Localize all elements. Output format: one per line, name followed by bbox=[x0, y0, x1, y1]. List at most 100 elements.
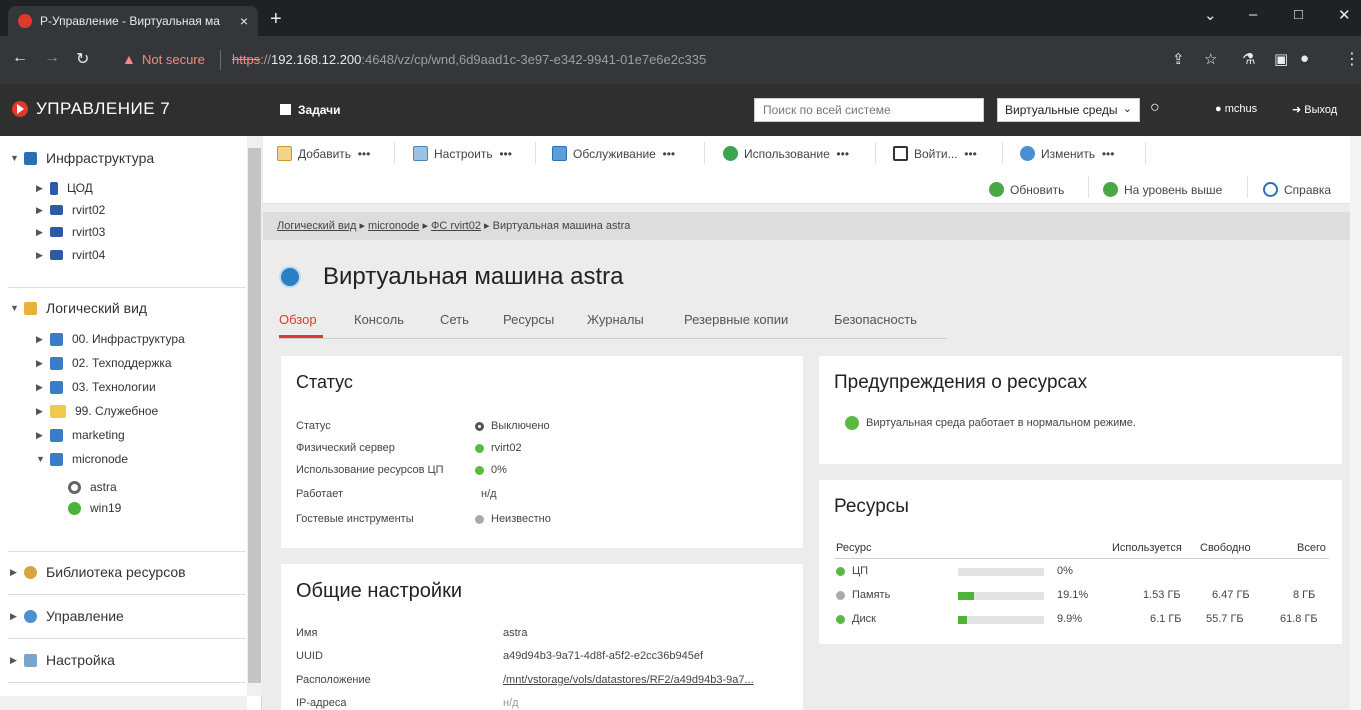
back-icon[interactable]: ← bbox=[12, 49, 28, 67]
sidebar-section-infrastructure[interactable]: ▼ Инфраструктура bbox=[10, 150, 154, 166]
sidebar-horizontal-scrollbar[interactable] bbox=[0, 696, 247, 710]
tab-console[interactable]: Консоль bbox=[354, 312, 404, 327]
global-search-input[interactable]: Поиск по всей системе bbox=[754, 98, 984, 122]
add-button-label: Добавить bbox=[298, 146, 352, 161]
collapsed-icon[interactable]: ▶ bbox=[10, 567, 24, 578]
more-icon: ••• bbox=[1101, 146, 1115, 161]
configure-button[interactable]: Настроить ••• bbox=[413, 146, 512, 161]
collapsed-icon[interactable]: ▶ bbox=[36, 406, 50, 417]
browser-menu-icon[interactable]: ⋮ bbox=[1344, 49, 1360, 69]
status-label: Работает bbox=[296, 488, 344, 500]
expand-icon[interactable]: ▼ bbox=[10, 303, 24, 313]
login-button[interactable]: Войти... ••• bbox=[893, 146, 977, 161]
tree-item-group-expanded[interactable]: ▼ micronode bbox=[36, 452, 128, 466]
status-label: Физический сервер bbox=[296, 442, 395, 454]
share-icon[interactable]: ⇪ bbox=[1172, 50, 1185, 68]
collapsed-icon[interactable]: ▶ bbox=[36, 183, 50, 194]
tab-overview[interactable]: Обзор bbox=[279, 312, 317, 327]
configure-icon bbox=[413, 146, 428, 161]
collapsed-icon[interactable]: ▶ bbox=[10, 655, 24, 666]
reload-icon[interactable]: ↻ bbox=[76, 49, 89, 69]
play-icon bbox=[723, 146, 738, 161]
change-button[interactable]: Изменить ••• bbox=[1020, 146, 1114, 161]
tab-network[interactable]: Сеть bbox=[440, 312, 469, 327]
logical-view-icon bbox=[24, 301, 37, 315]
refresh-button[interactable]: Обновить bbox=[989, 182, 1064, 197]
collapsed-icon[interactable]: ▶ bbox=[36, 334, 50, 345]
new-tab-button[interactable]: + bbox=[270, 8, 282, 31]
minimize-button[interactable]: – bbox=[1249, 6, 1257, 23]
breadcrumb-item[interactable]: Логический вид bbox=[277, 220, 356, 232]
service-button[interactable]: Обслуживание ••• bbox=[552, 146, 675, 161]
tree-item-group[interactable]: ▶ 02. Техподдержка bbox=[36, 356, 172, 370]
tab-search-icon[interactable]: ⌄ bbox=[1204, 6, 1217, 24]
close-window-button[interactable]: ✕ bbox=[1338, 6, 1351, 24]
sidebar-section-settings[interactable]: ▶ Настройка bbox=[10, 652, 115, 668]
tree-item-group[interactable]: ▶ 00. Инфраструктура bbox=[36, 332, 185, 346]
tab-resources[interactable]: Ресурсы bbox=[503, 312, 554, 327]
breadcrumb-item[interactable]: ФС rvirt02 bbox=[431, 220, 481, 232]
expand-icon[interactable]: ▼ bbox=[36, 454, 50, 464]
app-logo[interactable]: УПРАВЛЕНИЕ 7 bbox=[12, 99, 170, 119]
user-menu[interactable]: ● mchus bbox=[1215, 103, 1257, 115]
setting-value-link[interactable]: /mnt/vstorage/vols/datastores/RF2/a49d94… bbox=[503, 674, 754, 686]
sidebar-scrollbar-thumb[interactable] bbox=[248, 148, 261, 683]
tree-item-rvirt02[interactable]: ▶ rvirt02 bbox=[36, 203, 105, 217]
not-secure-label[interactable]: Not secure bbox=[142, 52, 205, 67]
tree-item-vm-astra[interactable]: astra bbox=[68, 480, 117, 494]
help-button[interactable]: Справка bbox=[1263, 182, 1331, 197]
logout-link[interactable]: ➜ Выход bbox=[1292, 103, 1337, 116]
expand-icon[interactable]: ▼ bbox=[10, 153, 24, 163]
setting-value: astra bbox=[503, 627, 528, 639]
stopped-icon bbox=[475, 421, 484, 431]
search-icon[interactable]: ○ bbox=[1150, 99, 1160, 117]
tree-item-vm-win19[interactable]: win19 bbox=[68, 501, 121, 515]
browser-tabbar: Р-Управление - Виртуальная ма × + ⌄ – □ … bbox=[0, 0, 1361, 36]
collapsed-icon[interactable]: ▶ bbox=[36, 227, 50, 238]
sidepanel-icon[interactable]: ▣ bbox=[1274, 50, 1288, 68]
group-icon bbox=[50, 380, 63, 394]
sidebar-section-logical[interactable]: ▼ Логический вид bbox=[10, 300, 147, 316]
tree-item-dc[interactable]: ▶ ЦОД bbox=[36, 181, 93, 195]
sidebar-section-management[interactable]: ▶ Управление bbox=[10, 608, 124, 624]
main-scrollbar[interactable] bbox=[1350, 136, 1361, 710]
tree-item-rvirt03[interactable]: ▶ rvirt03 bbox=[36, 225, 105, 239]
resource-percent: 9.9% bbox=[1057, 613, 1083, 625]
tree-item-group[interactable]: ▶ 03. Технологии bbox=[36, 380, 156, 394]
star-icon[interactable]: ☆ bbox=[1204, 50, 1217, 68]
status-value-text[interactable]: rvirt02 bbox=[491, 442, 522, 454]
tree-item-rvirt04[interactable]: ▶ rvirt04 bbox=[36, 248, 105, 262]
collapsed-icon[interactable]: ▶ bbox=[36, 430, 50, 441]
environment-select[interactable]: Виртуальные среды ⌄ bbox=[997, 98, 1140, 122]
collapsed-icon[interactable]: ▶ bbox=[10, 611, 24, 622]
column-header: Свободно bbox=[1200, 542, 1251, 554]
tab-logs[interactable]: Журналы bbox=[587, 312, 644, 327]
collapsed-icon[interactable]: ▶ bbox=[36, 250, 50, 261]
tab-close-icon[interactable]: × bbox=[240, 13, 248, 29]
url-text[interactable]: https://192.168.12.200:4648/vz/cp/wnd,6d… bbox=[232, 52, 706, 67]
usage-button[interactable]: Использование ••• bbox=[723, 146, 849, 161]
tab-backups[interactable]: Резервные копии bbox=[684, 312, 788, 327]
console-icon bbox=[893, 146, 908, 161]
tree-item-group[interactable]: ▶ marketing bbox=[36, 428, 125, 442]
add-button[interactable]: Добавить ••• bbox=[277, 146, 370, 161]
breadcrumb-item[interactable]: micronode bbox=[368, 220, 419, 232]
up-level-button[interactable]: На уровень выше bbox=[1103, 182, 1222, 197]
browser-tab[interactable]: Р-Управление - Виртуальная ма × bbox=[8, 6, 258, 36]
column-header: Используется bbox=[1112, 542, 1182, 554]
profile-icon[interactable]: ● bbox=[1300, 50, 1309, 67]
memory-usage-bar bbox=[958, 592, 1044, 600]
service-icon bbox=[552, 146, 567, 161]
tasks-link[interactable]: Задачи bbox=[280, 103, 341, 117]
extension-icon[interactable]: ⚗ bbox=[1242, 50, 1255, 68]
vm-icon bbox=[279, 266, 301, 288]
tree-item-label: 00. Инфраструктура bbox=[72, 332, 185, 346]
maximize-button[interactable]: □ bbox=[1294, 6, 1303, 23]
tree-item-folder[interactable]: ▶ 99. Служебное bbox=[36, 404, 158, 418]
sidebar-section-library[interactable]: ▶ Библиотека ресурсов bbox=[10, 564, 186, 580]
collapsed-icon[interactable]: ▶ bbox=[36, 382, 50, 393]
collapsed-icon[interactable]: ▶ bbox=[36, 205, 50, 216]
tab-security[interactable]: Безопасность bbox=[834, 312, 917, 327]
url-field[interactable]: ▲ Not secure https://192.168.12.200:4648… bbox=[112, 42, 1328, 78]
collapsed-icon[interactable]: ▶ bbox=[36, 358, 50, 369]
